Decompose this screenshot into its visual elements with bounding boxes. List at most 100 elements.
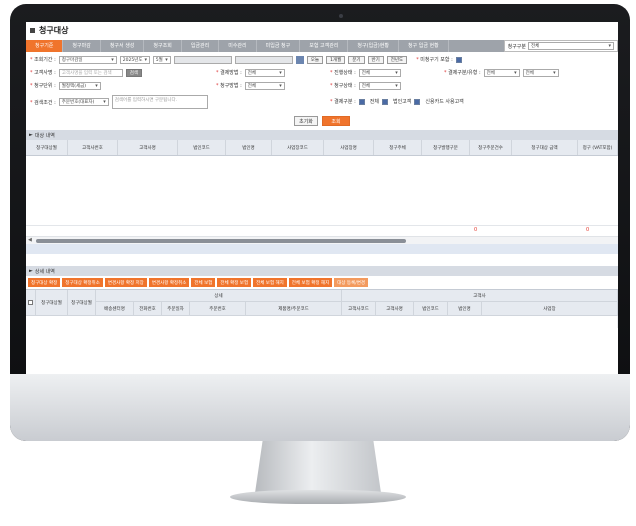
page-title-bar: 청구대상	[26, 22, 618, 38]
detail-empty-row	[26, 316, 618, 328]
row-claim-kind: * 진행상태 : 전체	[330, 68, 401, 77]
target-list-columns: 청구대상월 고객사번호 고객사명 법인코드 법인명 사업장코드 사업장명 청구주…	[26, 140, 618, 156]
calendar-icon[interactable]	[295, 55, 304, 64]
unclaimed-include-checkbox[interactable]	[455, 56, 462, 63]
section-spacer	[26, 254, 618, 266]
claim-unit-select[interactable]: 월정액(세금)	[58, 81, 101, 90]
tab-claim-deposit-status-2[interactable]: 청구 입금 현황	[399, 40, 449, 52]
section-bullet-icon: ►	[29, 268, 33, 274]
year-select[interactable]: 2025년도	[119, 55, 150, 64]
dcol-claim-month-2[interactable]: 청구대상월	[68, 290, 96, 316]
search-keyword-textarea[interactable]: 검색어를 입력하시면 구분됩니다.	[111, 95, 208, 109]
claim-type-filter-select[interactable]: 전체	[528, 42, 614, 50]
webcam-dot	[339, 14, 343, 18]
quarter-button[interactable]: 분기	[348, 55, 365, 64]
cancel-confirm-button[interactable]: 청구대상 확정취소	[62, 278, 103, 287]
pay-type-select[interactable]: 전체	[483, 68, 520, 77]
customer-search-button[interactable]: 검색	[125, 68, 143, 77]
claim-status-select[interactable]: 전체	[358, 81, 401, 90]
save-change-button[interactable]: 변경사항 확정 저장	[104, 278, 147, 287]
cancel-change-button[interactable]: 변경사항 확정취소	[148, 278, 190, 287]
prev-year-button[interactable]: 전년도	[386, 55, 408, 64]
settle-card-checkbox[interactable]	[414, 98, 421, 105]
dcol-customer-name[interactable]: 고객사명	[376, 302, 414, 316]
col-claim-month[interactable]: 청구대상월	[26, 140, 68, 155]
search-cond-select[interactable]: 주문번호(대표자)	[58, 98, 109, 106]
col-customer-name[interactable]: 고객사명	[118, 140, 178, 155]
half-year-button[interactable]: 반기	[367, 55, 384, 64]
col-claim-amount[interactable]: 청구대상 금액	[512, 140, 578, 155]
date-from-input[interactable]	[173, 55, 232, 64]
horizontal-scrollbar[interactable]: ◀	[26, 236, 618, 244]
dcol-customer-code[interactable]: 고객사코드	[342, 302, 376, 316]
dcol-center[interactable]: 배송센터명	[96, 302, 134, 316]
settle-all-checkbox[interactable]	[358, 98, 365, 105]
customer-input[interactable]: 고객사명을 입력 또는 검색	[58, 68, 123, 77]
dcol-site[interactable]: 사업장	[482, 302, 618, 316]
dcol-product[interactable]: 제품명/주문코드	[246, 302, 342, 316]
month-select[interactable]: 5월	[152, 55, 171, 64]
tab-receivable[interactable]: 미수관리	[219, 40, 257, 52]
col-corp-code[interactable]: 법인코드	[178, 140, 226, 155]
target-list-section: ► 대상 내역 청구대상월 고객사번호 고객사명 법인코드 법인명 사업장코드 …	[26, 130, 618, 328]
scroll-left-icon[interactable]: ◀	[28, 237, 32, 243]
all-confirm-insure-button[interactable]: 전체 확정 보험	[217, 278, 252, 287]
col-customer-no[interactable]: 고객사번호	[68, 140, 118, 155]
col-corp-name[interactable]: 법인명	[226, 140, 272, 155]
today-button[interactable]: 오늘	[306, 55, 324, 64]
col-claim-vat[interactable]: 청구 (VAT포함)	[578, 140, 618, 155]
customer-label: * 고객사명 :	[30, 70, 56, 76]
claim-method-select[interactable]: 전체	[244, 81, 285, 90]
date-to-input[interactable]	[234, 55, 293, 64]
claim-kind-select[interactable]: 전체	[358, 68, 401, 77]
dcol-claim-month[interactable]: 청구대상월	[36, 290, 68, 316]
all-insure-cancel-button[interactable]: 전체 보험 해지	[253, 278, 287, 287]
settle-corp-checkbox[interactable]	[381, 98, 388, 105]
settle-all-label: 전체	[369, 99, 379, 105]
settle-card-label: 신용카드 사용고객	[425, 99, 464, 105]
search-button[interactable]: 조회	[322, 116, 350, 126]
claim-kind-label: * 진행상태 :	[330, 70, 356, 76]
claim-type-select[interactable]: 전체	[244, 68, 285, 77]
tab-claim-query[interactable]: 청구조회	[144, 40, 182, 52]
row-period: * 조회기간 : 청구마감일 2025년도 5월 오늘 1개월 분기 반기 전년…	[30, 55, 464, 64]
scrollbar-thumb[interactable]	[36, 239, 406, 243]
monitor-chin	[10, 374, 630, 441]
app-screen: 청구대상 청구기준 청구마감 청구서 생성 청구조회 입금관리 미수관리 미입금…	[26, 22, 618, 374]
claim-type-label: * 결제방법 :	[216, 70, 242, 76]
col-order-count[interactable]: 청구주문건수	[470, 140, 512, 155]
confirm-claim-button[interactable]: 청구대상 확정	[28, 278, 61, 287]
row-settle: * 결제구분 : 전체 법인고객 신용카드 사용고객	[330, 97, 464, 106]
pay-type-select-2[interactable]: 전체	[522, 68, 559, 77]
target-list-body	[26, 156, 618, 226]
tab-claim-close[interactable]: 청구마감	[63, 40, 101, 52]
col-site-name[interactable]: 사업장명	[324, 140, 374, 155]
tab-claim-standard[interactable]: 청구기준	[26, 40, 64, 52]
detail-list-title: 상세 내역	[34, 268, 55, 275]
reset-button[interactable]: 초기화	[294, 116, 318, 126]
tab-deposit[interactable]: 입금관리	[182, 40, 220, 52]
tab-unpaid-claim[interactable]: 미입금 청구	[257, 40, 301, 52]
dcol-order-no[interactable]: 주문번호	[190, 302, 246, 316]
settle-label: * 결제구분 :	[330, 99, 356, 105]
dcol-order-date[interactable]: 주문일자	[162, 302, 190, 316]
tab-insurance-customer[interactable]: 보험 고객관리	[300, 40, 349, 52]
target-register-button[interactable]: 대상 등록/변경	[334, 278, 369, 287]
one-month-button[interactable]: 1개월	[326, 55, 346, 64]
section-bullet-icon: ►	[29, 132, 33, 138]
dcol-phone[interactable]: 전화번호	[134, 302, 162, 316]
period-type-select[interactable]: 청구마감일	[58, 55, 117, 64]
select-all-checkbox[interactable]	[26, 290, 36, 316]
dcol-corp-name[interactable]: 법인명	[448, 302, 482, 316]
dcol-corp-code[interactable]: 법인코드	[414, 302, 448, 316]
all-insure-button[interactable]: 전체 보험	[191, 278, 216, 287]
menu-tabs: 청구기준 청구마감 청구서 생성 청구조회 입금관리 미수관리 미입금 청구 보…	[26, 40, 618, 52]
col-claim-subject[interactable]: 청구주체	[374, 140, 422, 155]
detail-action-buttons: 청구대상 확정 청구대상 확정취소 변경사항 확정 저장 변경사항 확정취소 전…	[26, 276, 618, 289]
col-site-code[interactable]: 사업장코드	[272, 140, 324, 155]
tab-claim-deposit-status[interactable]: 청구(입금)현황	[348, 40, 399, 52]
col-issue-type[interactable]: 청구발행구분	[422, 140, 470, 155]
all-insure-confirm-cancel-button[interactable]: 전체 보험 확정 해지	[288, 278, 333, 287]
search-cond-label: * 검색조건 :	[30, 99, 56, 106]
tab-claim-create[interactable]: 청구서 생성	[101, 40, 145, 52]
